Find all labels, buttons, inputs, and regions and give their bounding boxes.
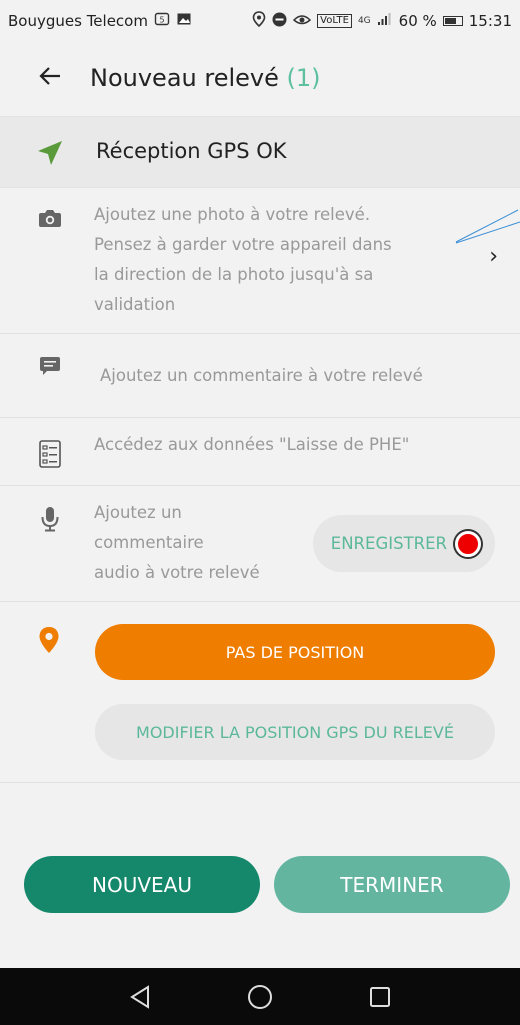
photo-line: Ajoutez une photo à votre relevé.: [94, 205, 371, 224]
record-button-label: ENREGISTRER: [330, 534, 447, 553]
list-icon: [36, 440, 64, 472]
camera-icon: [36, 208, 64, 232]
photo-line: la direction de la photo jusqu'à sa: [94, 265, 374, 284]
screenshot-icon: 5: [154, 11, 170, 31]
signal-icon: [377, 12, 393, 30]
navigation-arrow-icon: [36, 139, 64, 171]
status-left: Bouygues Telecom 5: [8, 11, 192, 31]
microphone-icon: [36, 506, 64, 536]
position-section: PAS DE POSITION MODIFIER LA POSITION GPS…: [0, 602, 520, 783]
audio-comment-row: Ajoutez un commentaire audio à votre rel…: [0, 486, 520, 602]
back-triangle-icon[interactable]: [120, 977, 160, 1017]
status-right: VoLTE 4G 60 % 15:31: [252, 11, 512, 31]
record-button[interactable]: ENREGISTRER: [313, 515, 495, 572]
clock: 15:31: [468, 12, 512, 30]
record-dot-icon: [455, 530, 481, 557]
finish-button[interactable]: TERMINER: [274, 856, 510, 913]
gps-status-label: Réception GPS OK: [96, 139, 287, 163]
svg-text:5: 5: [159, 16, 164, 25]
add-comment-row[interactable]: Ajoutez un commentaire à votre relevé: [0, 334, 520, 418]
gps-status-row: Réception GPS OK: [0, 116, 520, 188]
no-position-button[interactable]: PAS DE POSITION: [95, 624, 495, 680]
location-status-icon: [252, 11, 266, 31]
entry-count: (1): [286, 64, 321, 92]
volte-badge: VoLTE: [317, 14, 352, 28]
home-circle-icon[interactable]: [240, 977, 280, 1017]
comment-icon: [36, 356, 64, 380]
phe-data-row[interactable]: Accédez aux données "Laisse de PHE": [0, 418, 520, 486]
page-title-text: Nouveau relevé: [90, 64, 279, 92]
audio-line: commentaire: [94, 533, 204, 552]
page-title: Nouveau relevé (1): [90, 64, 321, 92]
audio-line: Ajoutez un: [94, 503, 182, 522]
image-icon: [176, 11, 192, 31]
comment-label: Ajoutez un commentaire à votre relevé: [100, 366, 423, 385]
location-pin-icon: [38, 626, 60, 658]
modify-gps-position-button[interactable]: MODIFIER LA POSITION GPS DU RELEVÉ: [95, 704, 495, 760]
photo-line: Pensez à garder votre appareil dans: [94, 235, 392, 254]
status-bar: Bouygues Telecom 5 VoLTE 4G 60 % 15:31: [0, 0, 520, 42]
phe-label: Accédez aux données "Laisse de PHE": [94, 435, 410, 454]
network-type: 4G: [357, 16, 371, 26]
audio-line: audio à votre relevé: [94, 563, 260, 582]
eye-comfort-icon: [293, 12, 312, 30]
carrier-name: Bouygues Telecom: [8, 12, 148, 30]
recents-square-icon[interactable]: [360, 977, 400, 1017]
battery-level: 60 %: [398, 12, 437, 30]
chevron-right-icon[interactable]: ›: [489, 244, 498, 269]
new-button[interactable]: NOUVEAU: [24, 856, 260, 913]
photo-line: validation: [94, 295, 176, 314]
photo-instructions: Ajoutez une photo à votre relevé. Pensez…: [94, 200, 392, 320]
add-photo-row[interactable]: Ajoutez une photo à votre relevé. Pensez…: [0, 188, 520, 334]
do-not-disturb-icon: [272, 12, 287, 31]
battery-icon: [442, 16, 463, 26]
app-header: Nouveau relevé (1): [0, 42, 520, 114]
system-nav-bar: [0, 968, 520, 1025]
annotation-lines: [450, 206, 520, 250]
back-arrow-icon[interactable]: [26, 63, 74, 93]
audio-instructions: Ajoutez un commentaire audio à votre rel…: [94, 498, 260, 588]
